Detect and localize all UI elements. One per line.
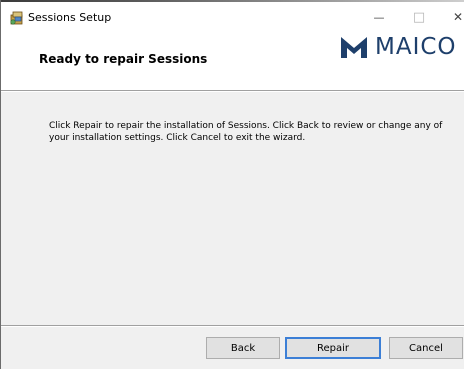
back-button[interactable]: Back	[206, 337, 280, 359]
maximize-icon: □	[412, 9, 426, 25]
page-title: Ready to repair Sessions	[39, 52, 208, 66]
maico-logo-icon	[341, 37, 367, 58]
logo-text: MAICO	[375, 34, 457, 60]
wizard-footer: Back Repair Cancel	[1, 327, 464, 369]
window-title: Sessions Setup	[28, 11, 112, 24]
instruction-text: Click Repair to repair the installation …	[49, 121, 443, 143]
installer-package-icon	[9, 10, 25, 26]
wizard-body: Click Repair to repair the installation …	[1, 92, 464, 325]
banner: Ready to repair Sessions MAICO	[1, 30, 464, 90]
repair-button[interactable]: Repair	[285, 337, 381, 359]
maximize-button[interactable]: □	[399, 4, 439, 30]
cancel-button[interactable]: Cancel	[389, 337, 463, 359]
close-icon: ✕	[452, 10, 464, 24]
installer-window: Sessions Setup — □ ✕ Ready to repair Ses…	[0, 0, 464, 369]
title-bar[interactable]: Sessions Setup — □ ✕	[1, 2, 464, 30]
minimize-button[interactable]: —	[359, 4, 399, 30]
close-button[interactable]: ✕	[438, 4, 464, 30]
minimize-icon: —	[373, 10, 385, 24]
maico-logo: MAICO	[339, 32, 457, 62]
